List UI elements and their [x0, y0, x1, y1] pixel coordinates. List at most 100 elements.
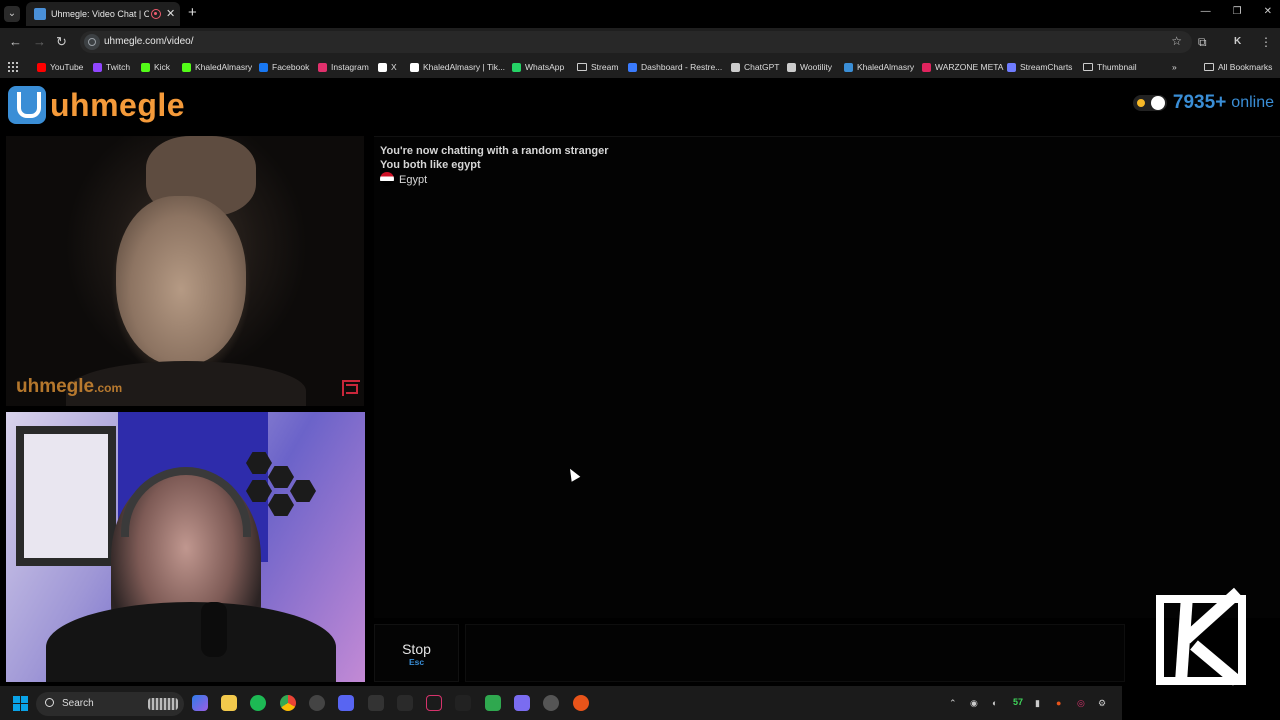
- microphone: [201, 602, 227, 657]
- site-logo[interactable]: uhmegle: [8, 85, 185, 125]
- twitch-icon: [93, 62, 102, 72]
- stop-button[interactable]: Stop Esc: [374, 624, 459, 682]
- wootility-icon: [787, 62, 796, 72]
- facebook-icon: [259, 62, 268, 72]
- discord-icon[interactable]: [338, 695, 354, 711]
- address-bar[interactable]: uhmegle.com/video/ ☆: [80, 31, 1192, 53]
- bookmark-item[interactable]: YouTube: [37, 60, 83, 74]
- tray-app-icon[interactable]: ◐: [992, 697, 997, 709]
- background-door: [16, 426, 116, 566]
- bookmark-label: Kick: [154, 62, 171, 72]
- extensions-icon[interactable]: ⧉: [1198, 34, 1207, 50]
- bookmark-label: WARZONE META: [935, 62, 1004, 72]
- settings-icon[interactable]: [543, 695, 559, 711]
- meta-icon: [844, 62, 853, 72]
- bookmark-label: WhatsApp: [525, 62, 565, 72]
- ea-tray-icon[interactable]: ●: [1056, 697, 1061, 709]
- bookmark-item[interactable]: Thumbnail: [1083, 60, 1137, 74]
- message-input[interactable]: [465, 624, 1125, 682]
- bookmark-item[interactable]: KhaledAlmasry: [844, 60, 914, 74]
- bookmark-item[interactable]: StreamCharts: [1007, 60, 1072, 74]
- razer-icon[interactable]: [485, 695, 501, 711]
- close-window-icon[interactable]: ✕: [1264, 6, 1272, 17]
- valorant-icon[interactable]: [426, 695, 442, 711]
- bookmark-item[interactable]: Stream: [577, 60, 618, 74]
- bookmarks-bar: YouTube Twitch Kick KhaledAlmasry Facebook In…: [0, 56, 1280, 78]
- sun-icon: [1136, 99, 1145, 107]
- bookmark-item[interactable]: X: [378, 60, 397, 74]
- chevron-up-icon[interactable]: ⌃: [949, 697, 957, 709]
- apps-grid-icon[interactable]: [7, 61, 18, 72]
- windows-start-icon[interactable]: [13, 696, 28, 711]
- bookmark-item[interactable]: Wootility: [787, 60, 832, 74]
- site-info-icon[interactable]: [84, 34, 100, 50]
- chat-log: You're now chatting with a random strang…: [374, 136, 1280, 618]
- stream-deck-icon[interactable]: [397, 695, 413, 711]
- new-tab-button[interactable]: +: [188, 5, 197, 21]
- bookmark-item[interactable]: KhaledAlmasry: [182, 60, 252, 74]
- close-tab-icon[interactable]: ✕: [166, 7, 175, 21]
- minimize-icon[interactable]: —: [1201, 6, 1211, 17]
- url-text[interactable]: uhmegle.com/video/: [104, 35, 194, 49]
- game-controller-icon[interactable]: [514, 695, 530, 711]
- theme-toggle[interactable]: [1132, 95, 1167, 111]
- ea-app-icon[interactable]: [573, 695, 589, 711]
- bookmark-item[interactable]: ChatGPT: [731, 60, 779, 74]
- obs-icon[interactable]: [309, 695, 325, 711]
- back-icon[interactable]: ←: [9, 34, 22, 50]
- more-bookmarks-icon[interactable]: »: [1172, 60, 1177, 74]
- copilot-icon[interactable]: [192, 695, 208, 711]
- bookmark-item[interactable]: KhaledAlmasry | Tik...: [410, 60, 505, 74]
- x-icon: [378, 62, 387, 72]
- bookmark-item[interactable]: Kick: [141, 60, 170, 74]
- folder-icon: [577, 63, 587, 71]
- forward-icon[interactable]: →: [33, 34, 46, 50]
- logo-stroke: [1190, 640, 1241, 686]
- report-flag-icon[interactable]: [342, 380, 360, 396]
- country-name: Egypt: [399, 174, 428, 186]
- watermark-suffix: .com: [94, 381, 123, 395]
- folder-icon: [1083, 63, 1093, 71]
- online-label: online: [1231, 94, 1274, 111]
- kick-icon: [182, 62, 191, 72]
- tab-list-button[interactable]: ⌄: [4, 6, 20, 22]
- chrome-icon[interactable]: [280, 695, 296, 711]
- browser-tab-bar: ⌄ Uhmegle: Video Chat | Ome ✕ + — ❐ ✕: [0, 0, 1280, 28]
- file-explorer-icon[interactable]: [221, 695, 237, 711]
- taskbar-search[interactable]: Search: [36, 692, 184, 716]
- bookmark-item[interactable]: Instagram: [318, 60, 369, 74]
- riot-tray-icon[interactable]: ◎: [1077, 697, 1085, 709]
- browser-tab[interactable]: Uhmegle: Video Chat | Ome ✕: [26, 2, 180, 26]
- hex-panel-decor: [268, 494, 294, 516]
- bookmark-item[interactable]: WARZONE META: [922, 60, 1003, 74]
- discord-tray-icon[interactable]: ◉: [970, 697, 978, 709]
- video-watermark: uhmegle.com: [16, 376, 122, 398]
- online-count: 7935+: [1172, 92, 1227, 113]
- profile-icon[interactable]: K: [1234, 34, 1241, 50]
- toggle-knob: [1150, 96, 1165, 110]
- uhmegle-favicon-icon: [34, 8, 46, 20]
- bookmark-label: Thumbnail: [1097, 62, 1137, 72]
- stranger-video: uhmegle.com: [6, 136, 364, 406]
- restore-icon[interactable]: ❐: [1233, 6, 1242, 17]
- bookmark-label: Twitch: [106, 62, 131, 72]
- bookmark-item[interactable]: Facebook: [259, 60, 309, 74]
- app-icon[interactable]: [368, 695, 384, 711]
- tray-settings-icon[interactable]: ⚙: [1098, 697, 1106, 709]
- bookmark-star-icon[interactable]: ☆: [1171, 34, 1182, 48]
- all-bookmarks[interactable]: All Bookmarks: [1204, 60, 1272, 74]
- reload-icon[interactable]: ↻: [56, 34, 67, 50]
- bookmark-label: X: [391, 62, 397, 72]
- search-highlight-art: [148, 698, 178, 710]
- bookmark-item[interactable]: Twitch: [93, 60, 130, 74]
- egypt-flag-icon: [380, 172, 394, 186]
- bookmark-item[interactable]: Dashboard - Restre...: [628, 60, 722, 74]
- menu-icon[interactable]: ⋮: [1260, 34, 1272, 50]
- call-of-duty-icon[interactable]: [455, 695, 471, 711]
- bookmark-item[interactable]: WhatsApp: [512, 60, 564, 74]
- bookmark-label: Wootility: [800, 62, 832, 72]
- spotify-icon[interactable]: [250, 695, 266, 711]
- streamcharts-icon: [1007, 62, 1016, 72]
- network-icon[interactable]: ▮: [1035, 697, 1040, 709]
- whatsapp-icon: [512, 62, 521, 72]
